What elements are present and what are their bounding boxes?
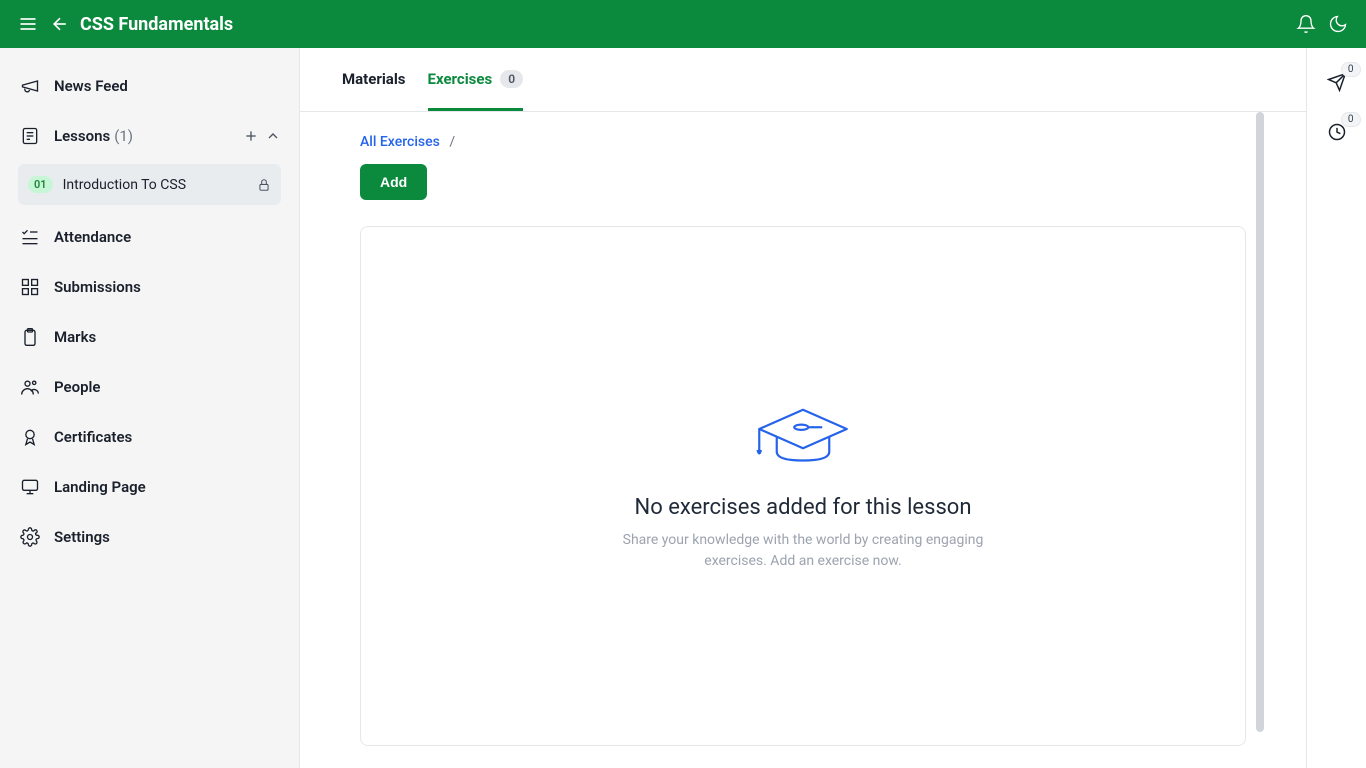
exercises-count-badge: 0 [500,70,523,88]
sidebar-item-certificates[interactable]: Certificates [8,415,291,459]
graduation-cap-icon [748,401,858,471]
notifications-button[interactable] [1290,8,1322,40]
sidebar-item-landing-page[interactable]: Landing Page [8,465,291,509]
theme-toggle[interactable] [1322,8,1354,40]
tab-exercises[interactable]: Exercises 0 [428,70,524,111]
content-area: All Exercises / Add No exercises added f… [300,112,1306,768]
lesson-title: Introduction To CSS [63,177,186,193]
empty-state-subtitle: Share your knowledge with the world by c… [603,530,1003,572]
sidebar-item-label: Submissions [54,278,141,296]
lesson-number: 01 [28,176,53,193]
award-icon [18,427,42,447]
history-badge: 0 [1341,112,1361,127]
sidebar-item-news-feed[interactable]: News Feed [8,64,291,108]
rail-history-button[interactable]: 0 [1327,122,1347,142]
sidebar-item-label: Lessons [54,127,110,145]
right-rail: 0 0 [1306,48,1366,768]
sidebar-item-settings[interactable]: Settings [8,515,291,559]
lessons-count: (1) [114,127,133,145]
sidebar: News Feed Lessons (1) 01 Introduction To… [0,48,300,768]
lock-icon [257,178,271,192]
sidebar-item-label: Attendance [54,228,131,246]
moon-icon [1328,14,1348,34]
menu-icon [18,14,38,34]
chevron-up-icon [265,128,281,144]
megaphone-icon [18,76,42,96]
messages-badge: 0 [1341,62,1361,77]
back-button[interactable] [44,8,76,40]
sidebar-item-people[interactable]: People [8,365,291,409]
add-lesson-button[interactable] [243,128,259,144]
plus-icon [243,128,259,144]
menu-button[interactable] [12,8,44,40]
page-title: CSS Fundamentals [80,14,233,35]
grid-icon [18,277,42,297]
sidebar-item-label: People [54,378,101,396]
tab-bar: Materials Exercises 0 [300,48,1306,112]
clipboard-icon [18,327,42,347]
tab-materials[interactable]: Materials [342,70,406,111]
sidebar-item-marks[interactable]: Marks [8,315,291,359]
sidebar-item-attendance[interactable]: Attendance [8,215,291,259]
lesson-item[interactable]: 01 Introduction To CSS [18,164,281,205]
breadcrumb-all-exercises[interactable]: All Exercises [360,134,440,150]
monitor-icon [18,477,42,497]
sidebar-item-lessons[interactable]: Lessons (1) [8,114,291,158]
list-icon [18,126,42,146]
empty-state: No exercises added for this lesson Share… [360,226,1246,746]
sidebar-item-label: Settings [54,528,110,546]
sidebar-item-label: Marks [54,328,96,346]
breadcrumb: All Exercises / [360,134,1246,150]
add-button[interactable]: Add [360,164,427,200]
gear-icon [18,527,42,547]
sidebar-item-submissions[interactable]: Submissions [8,265,291,309]
collapse-lessons-button[interactable] [265,128,281,144]
app-header: CSS Fundamentals [0,0,1366,48]
empty-state-title: No exercises added for this lesson [635,495,972,520]
main-content: Materials Exercises 0 All Exercises / Ad… [300,48,1306,768]
check-list-icon [18,227,42,247]
breadcrumb-separator: / [449,134,455,150]
bell-icon [1296,14,1316,34]
sidebar-item-label: Landing Page [54,478,146,496]
sidebar-item-label: News Feed [54,77,128,95]
rail-messages-button[interactable]: 0 [1327,72,1347,92]
arrow-left-icon [50,14,70,34]
sidebar-item-label: Certificates [54,428,132,446]
scrollbar[interactable] [1256,112,1264,732]
people-icon [18,377,42,397]
